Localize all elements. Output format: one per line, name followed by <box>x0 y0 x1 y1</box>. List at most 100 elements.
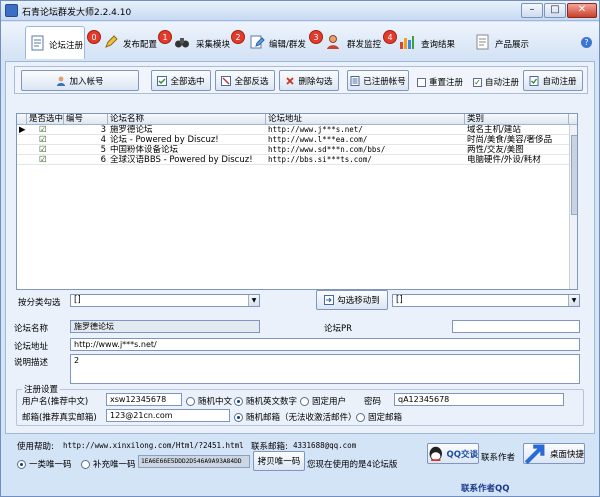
qq-icon <box>429 446 442 462</box>
main-tabs: 论坛注册 0 发布配置 1 采集模块 2 编辑/群发 3 群发监控 4 查询结果… <box>1 22 599 60</box>
step-badge: 1 <box>158 30 172 44</box>
button-label: 全部反选 <box>234 76 269 87</box>
maximize-button[interactable]: □ <box>544 3 566 18</box>
auto-register-checkbox[interactable]: ✓ 自动注册 <box>473 76 519 88</box>
user-add-icon <box>57 76 66 86</box>
forum-pr-field[interactable] <box>452 320 580 333</box>
row-checkbox[interactable]: ☑ <box>39 135 53 145</box>
row-forum-url: http://www.sd***n.com/bbs/ <box>268 145 386 154</box>
radio-dot[interactable] <box>234 412 243 422</box>
row-forum-url: http://bbs.si***ts.com/ <box>268 155 372 164</box>
column-header[interactable]: 类别 <box>465 114 569 125</box>
move-target-value: [] <box>396 295 403 305</box>
description-field[interactable]: 2 <box>70 354 580 384</box>
row-checkbox[interactable]: ☑ <box>39 125 53 135</box>
radio-dot[interactable] <box>356 412 365 422</box>
row-checkbox[interactable]: ☑ <box>39 155 53 165</box>
row-checkbox[interactable]: ☑ <box>39 145 53 155</box>
row-indicator-header <box>17 114 27 125</box>
step-badge: 0 <box>87 30 101 44</box>
email-field[interactable]: 123@21cn.com <box>106 409 230 422</box>
checklist-icon <box>157 75 168 86</box>
close-button[interactable]: ✕ <box>567 3 597 18</box>
select-all-button[interactable]: 全部选中 <box>151 70 211 91</box>
fixed-user-radio[interactable]: 固定用户 <box>300 395 346 407</box>
delete-checked-button[interactable]: 删除勾选 <box>279 70 339 91</box>
radio-label: 随机邮箱（无法收激活邮件） <box>246 413 357 423</box>
minimize-button[interactable]: – <box>521 3 543 18</box>
random-chinese-radio[interactable]: 随机中文 <box>186 395 232 407</box>
one-machine-code-radio[interactable]: 一类唯一码 <box>17 458 72 470</box>
fixed-email-radio[interactable]: 固定邮箱 <box>356 411 402 423</box>
help-link[interactable]: http://www.xinxilong.com/Html/?2451.html <box>63 441 244 450</box>
machine-code-field[interactable]: 1EA6E66E5DDD2D546A9A93A84DD <box>138 455 250 468</box>
row-id: 3 <box>100 125 106 135</box>
tab-edit-publish[interactable]: 编辑/群发 <box>249 26 309 59</box>
help-label: 使用帮助: <box>17 442 54 452</box>
table-row[interactable]: ☑ 5 中国粉体设备论坛 http://www.sd***n.com/bbs/ … <box>17 145 569 155</box>
radio-dot[interactable] <box>186 396 195 406</box>
supplement-code-radio[interactable]: 补充唯一码 <box>81 458 136 470</box>
invert-icon <box>221 75 232 86</box>
forum-pr-label: 论坛PR <box>324 324 353 334</box>
column-header[interactable]: 是否选中 <box>27 114 64 125</box>
move-target-select[interactable]: [] ▼ <box>392 294 580 307</box>
row-forum-url: http://www.l***ea.com/ <box>268 135 368 144</box>
contact-author-link[interactable]: 联系作者 <box>481 451 515 463</box>
tab-label: 发布配置 <box>123 40 158 50</box>
add-account-button[interactable]: 加入帐号 <box>21 70 139 91</box>
qq-talk-button[interactable]: QQ交谈 <box>427 443 479 464</box>
tab-product-show[interactable]: 产品展示 <box>475 26 543 59</box>
registered-accounts-button[interactable]: 已注册帐号 <box>347 70 409 91</box>
table-row[interactable]: ☑ 4 论坛 - Powered by Discuz! http://www.l… <box>17 135 569 145</box>
radio-dot[interactable] <box>300 396 309 406</box>
classify-label: 按分类勾选 <box>18 298 61 308</box>
password-field[interactable]: qA12345678 <box>394 393 564 406</box>
help-icon[interactable]: ? <box>581 37 592 48</box>
title-bar[interactable]: 石青论坛群发大师2.2.4.10 – □ ✕ <box>1 1 599 21</box>
table-row[interactable]: ☑ 6 全球汉语BBS - Powered by Discuz! http://… <box>17 155 569 165</box>
auto-register-button[interactable]: 自动注册 <box>523 70 583 91</box>
contact-email[interactable]: 4331688@qq.com <box>293 441 356 450</box>
random-english-radio[interactable]: 随机英文数字 <box>234 395 297 407</box>
username-field[interactable]: xsw12345678 <box>106 393 182 406</box>
re-register-checkbox[interactable]: 重置注册 <box>417 76 463 88</box>
forum-name-label: 论坛名称 <box>14 324 49 334</box>
radio-dot[interactable] <box>234 396 243 406</box>
column-header[interactable]: 论坛地址 <box>266 114 465 125</box>
email-label: 邮箱(推荐真实邮箱) <box>22 413 97 423</box>
register-icon <box>529 75 539 86</box>
invert-selection-button[interactable]: 全部反选 <box>215 70 275 91</box>
table-row[interactable]: ▶ ☑ 3 施罗德论坛 http://www.j***s.net/ 域名主机/建… <box>17 125 569 135</box>
tab-publish-monitor[interactable]: 群发监控 <box>325 26 383 59</box>
column-header[interactable]: 论坛名称 <box>108 114 266 125</box>
tab-collect-module[interactable]: 采集模块 <box>174 26 230 59</box>
tab-publish-config[interactable]: 发布配置 <box>103 26 159 59</box>
radio-dot[interactable] <box>17 459 26 469</box>
checkbox-label: 重置注册 <box>429 78 464 88</box>
tab-forum-register[interactable]: 论坛注册 <box>25 26 85 59</box>
row-forum-name: 全球汉语BBS - Powered by Discuz! <box>110 155 253 165</box>
radio-dot[interactable] <box>81 459 90 469</box>
button-label: 拷贝唯一码 <box>257 457 301 467</box>
move-checked-button[interactable]: 勾选移动到 <box>316 290 388 310</box>
tab-query-results[interactable]: 查询结果 <box>399 26 467 59</box>
table-scrollbar[interactable] <box>569 125 577 289</box>
forum-url-field[interactable]: http://www.j***s.net/ <box>70 338 580 351</box>
document-icon <box>476 34 489 50</box>
delete-icon <box>286 76 295 85</box>
checkbox-box[interactable] <box>417 77 426 87</box>
desktop-shortcut-button[interactable]: 桌面快捷 <box>523 443 585 465</box>
checkbox-box[interactable]: ✓ <box>473 77 482 87</box>
chevron-down-icon[interactable]: ▼ <box>248 295 259 306</box>
author-qq-link[interactable]: 联系作者QQ <box>461 482 509 494</box>
binoculars-icon <box>175 38 189 48</box>
tab-label: 论坛注册 <box>49 41 84 51</box>
scroll-thumb[interactable] <box>571 135 577 215</box>
copy-code-button[interactable]: 拷贝唯一码 <box>253 451 305 471</box>
forum-name-field[interactable]: 施罗德论坛 <box>70 320 260 333</box>
column-header[interactable]: 编号 <box>64 114 108 125</box>
chevron-down-icon[interactable]: ▼ <box>568 295 579 306</box>
random-email-radio[interactable]: 随机邮箱（无法收激活邮件） <box>234 411 357 423</box>
category-select[interactable]: [] ▼ <box>70 294 260 307</box>
